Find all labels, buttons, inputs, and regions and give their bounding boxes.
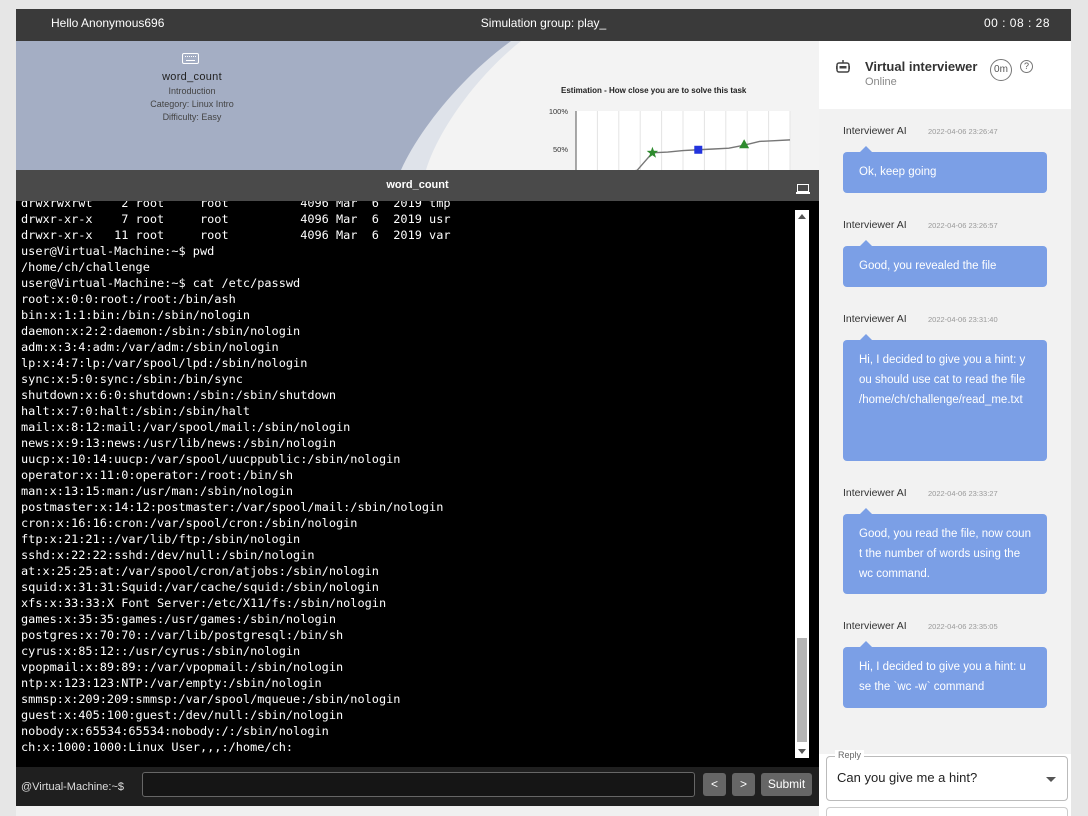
terminal-line: root:x:0:0:root:/root:/bin/ash [21,292,236,306]
command-input[interactable] [142,772,695,797]
terminal-line: sync:x:5:0:sync:/sbin:/bin/sync [21,372,243,386]
chart-marker-square [694,145,703,154]
terminal-line: uucp:x:10:14:uucp:/var/spool/uucppublic:… [21,452,401,466]
terminal-line: bin:x:1:1:bin:/bin:/sbin/nologin [21,308,251,322]
terminal-line: user@Virtual-Machine:~$ pwd [21,244,215,258]
terminal-line: games:x:35:35:games:/usr/games:/sbin/nol… [21,612,336,626]
task-section: Introduction [168,86,216,96]
terminal-line: vpopmail:x:89:89::/var/vpopmail:/sbin/no… [21,660,344,674]
terminal-scrollbar[interactable] [795,210,809,758]
task-info: word_count Introduction Category: Linux … [16,41,376,170]
task-category: Category: Linux Intro [150,99,234,109]
terminal-line: guest:x:405:100:guest:/dev/null:/sbin/no… [21,708,344,722]
terminal-line: cron:x:16:16:cron:/var/spool/cron:/sbin/… [21,516,358,530]
timer-counter: 0m [990,59,1012,81]
chart-plot: 100%50%0% [549,107,791,170]
message-bubble: Good, you revealed the file [843,240,1047,287]
submit-button[interactable]: Submit [761,773,812,796]
keyboard-icon [182,53,199,64]
message-bubble: Good, you read the file, now count the n… [843,508,1047,594]
message-bubble: Ok, keep going [843,146,1047,193]
task-difficulty: Difficulty: Easy [162,112,222,122]
simulation-group: Simulation group: play_ [480,16,607,30]
message-time: 2022-04-06 23:26:57 [928,221,998,230]
reply-input-partial[interactable] [826,807,1068,816]
terminal-line: postmaster:x:14:12:postmaster:/var/spool… [21,500,444,514]
message-sender: Interviewer AI [843,313,907,325]
terminal-line: user@Virtual-Machine:~$ cat /etc/passwd [21,276,301,290]
message-sender: Interviewer AI [843,620,907,632]
estimation-chart: Estimation - How close you are to solve … [528,83,798,170]
history-prev-button[interactable]: < [703,773,726,796]
terminal-line: xfs:x:33:33:X Font Server:/etc/X11/fs:/s… [21,596,387,610]
terminal-line: smmsp:x:209:209:smmsp:/var/spool/mqueue:… [21,692,401,706]
session-timer: 00 : 08 : 28 [983,16,1050,30]
terminal-line: postgres:x:70:70::/var/lib/postgresql:/b… [21,628,344,642]
chart-tick-label: 100% [549,107,569,116]
interviewer-panel: Virtual interviewer Online 0m ? Intervie… [819,41,1071,816]
terminal-line: nobody:x:65534:65534:nobody:/:/sbin/nolo… [21,724,329,738]
chart-tick-label: 50% [553,145,568,154]
reply-selected-value: Can you give me a hint? [837,770,978,785]
scroll-down-arrow-icon[interactable] [798,749,806,754]
terminal-line: lp:x:4:7:lp:/var/spool/lpd:/sbin/nologin [21,356,308,370]
interviewer-status: Online [865,76,897,88]
terminal-line: sshd:x:22:22:sshd:/dev/null:/sbin/nologi… [21,548,315,562]
message-sender: Interviewer AI [843,219,907,231]
terminal-output[interactable]: drwxrwxrwt 2 root root 4096 Mar 6 2019 t… [16,201,819,767]
history-next-button[interactable]: > [732,773,755,796]
interviewer-header: Virtual interviewer Online 0m ? [819,41,1071,109]
scroll-up-arrow-icon[interactable] [798,214,806,219]
terminal-line: drwxr-xr-x 11 root root 4096 Mar 6 2019 … [21,228,451,242]
terminal-line: shutdown:x:6:0:shutdown:/sbin:/sbin/shut… [21,388,336,402]
terminal-line: drwxrwxrwt 2 root root 4096 Mar 6 2019 t… [21,201,451,210]
reply-label: Reply [835,750,865,760]
chat-messages[interactable]: Interviewer AI 2022-04-06 23:26:47 Ok, k… [819,109,1071,754]
terminal-line: operator:x:11:0:operator:/root:/bin/sh [21,468,294,482]
terminal-line: ftp:x:21:21::/var/lib/ftp:/sbin/nologin [21,532,301,546]
terminal-line: drwxr-xr-x 7 root root 4096 Mar 6 2019 u… [21,212,451,226]
help-icon[interactable]: ? [1020,60,1033,73]
terminal-title: word_count [386,179,449,191]
terminal-line: halt:x:7:0:halt:/sbin:/sbin/halt [21,404,251,418]
terminal-line: mail:x:8:12:mail:/var/spool/mail:/sbin/n… [21,420,351,434]
terminal-line: news:x:9:13:news:/usr/lib/news:/sbin/nol… [21,436,336,450]
terminal-line: ntp:x:123:123:NTP:/var/empty:/sbin/nolog… [21,676,322,690]
monitor-icon[interactable] [796,184,810,194]
message-sender: Interviewer AI [843,125,907,137]
message-time: 2022-04-06 23:26:47 [928,127,998,136]
chevron-down-icon[interactable] [1046,777,1056,782]
terminal-line: adm:x:3:4:adm:/var/adm:/sbin/nologin [21,340,279,354]
command-prompt: @Virtual-Machine:~$ [21,781,124,793]
terminal-lines: drwxrwxrwt 2 root root 4096 Mar 6 2019 t… [21,201,791,755]
top-bar: Hello Anonymous696 Simulation group: pla… [16,9,1071,41]
message-sender: Interviewer AI [843,487,907,499]
terminal-header: word_count [16,170,819,201]
terminal-line: ch:x:1000:1000:Linux User,,,:/home/ch: [21,740,294,754]
terminal-line: /home/ch/challenge [21,260,150,274]
message-time: 2022-04-06 23:31:40 [928,315,998,324]
robot-icon [836,60,850,73]
message-time: 2022-04-06 23:33:27 [928,489,998,498]
app-window: Hello Anonymous696 Simulation group: pla… [16,9,1071,816]
terminal-line: man:x:13:15:man:/usr/man:/sbin/nologin [21,484,294,498]
interviewer-title: Virtual interviewer [865,59,978,74]
terminal-line: squid:x:31:31:Squid:/var/cache/squid:/sb… [21,580,379,594]
terminal-line: daemon:x:2:2:daemon:/sbin:/sbin/nologin [21,324,301,338]
task-title: word_count [162,71,222,83]
message-time: 2022-04-06 23:35:05 [928,622,998,631]
command-bar: @Virtual-Machine:~$ < > Submit [16,767,819,806]
scrollbar-thumb[interactable] [797,638,807,742]
terminal-line: at:x:25:25:at:/var/spool/cron/atjobs:/sb… [21,564,379,578]
message-bubble: Hi, I decided to give you a hint: use th… [843,641,1047,708]
terminal-line: cyrus:x:85:12::/usr/cyrus:/sbin/nologin [21,644,301,658]
task-banner: word_count Introduction Category: Linux … [16,41,819,170]
reply-select[interactable]: Reply Can you give me a hint? [826,750,1068,801]
message-bubble: Hi, I decided to give you a hint: you sh… [843,334,1047,461]
